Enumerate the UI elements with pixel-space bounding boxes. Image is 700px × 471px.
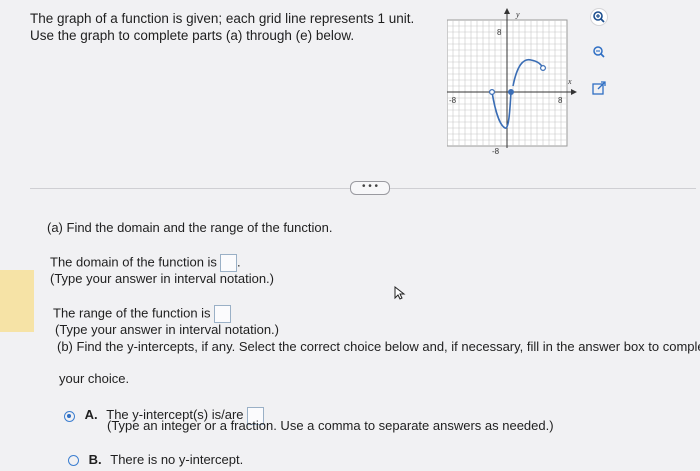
tick-label-x-right: 8 — [558, 96, 563, 105]
mouse-cursor — [394, 285, 406, 305]
popout-button[interactable] — [588, 77, 610, 99]
cursor-arrow-icon — [394, 285, 406, 300]
domain-line: The domain of the function is. — [50, 254, 241, 272]
part-b-question-line-2: your choice. — [59, 371, 130, 386]
closed-point — [507, 88, 514, 95]
zoom-in-button[interactable] — [588, 6, 610, 28]
function-graph: y x 8 -8 -8 8 — [446, 8, 577, 161]
option-a-letter: A. — [84, 407, 98, 423]
popout-icon — [592, 81, 606, 95]
part-b-question-line-1: (b) Find the y-intercepts, if any. Selec… — [57, 339, 700, 354]
domain-note: (Type your answer in interval notation.) — [50, 271, 274, 286]
problem-statement: The graph of a function is given; each g… — [30, 10, 414, 44]
option-a-radio[interactable] — [64, 410, 75, 422]
graph-svg: y x 8 -8 -8 8 — [446, 8, 577, 156]
magnify-minus-icon — [593, 46, 605, 58]
range-line: The range of the function is — [53, 305, 231, 323]
zoom-out-button[interactable] — [588, 41, 610, 63]
part-a-question: (a) Find the domain and the range of the… — [47, 220, 333, 235]
range-answer-box[interactable] — [213, 305, 231, 323]
option-b[interactable]: B. There is no y-intercept. — [68, 452, 243, 468]
option-a-note: (Type an integer or a fraction. Use a co… — [107, 418, 554, 433]
intro-line-2: Use the graph to complete parts (a) thro… — [30, 28, 355, 43]
domain-answer-box[interactable] — [219, 254, 237, 272]
y-axis-label: y — [515, 10, 520, 19]
domain-prompt: The domain of the function is — [50, 254, 217, 270]
range-prompt: The range of the function is — [53, 305, 211, 321]
x-axis-label: x — [567, 77, 572, 86]
highlight-strip — [0, 270, 34, 332]
expand-more-button[interactable]: • • • — [350, 181, 390, 195]
option-b-letter: B. — [88, 452, 102, 467]
open-endpoint-left — [488, 88, 495, 95]
tick-label-x-left: -8 — [449, 96, 457, 105]
range-note: (Type your answer in interval notation.) — [55, 322, 279, 337]
intro-line-1: The graph of a function is given; each g… — [30, 11, 415, 26]
tick-label-y-bottom: -8 — [492, 147, 500, 156]
tick-label-y-top: 8 — [497, 28, 502, 37]
option-b-radio[interactable] — [68, 455, 79, 467]
open-endpoint-right — [539, 64, 546, 71]
magnify-plus-icon — [590, 8, 608, 26]
option-b-text: There is no y-intercept. — [110, 452, 244, 467]
